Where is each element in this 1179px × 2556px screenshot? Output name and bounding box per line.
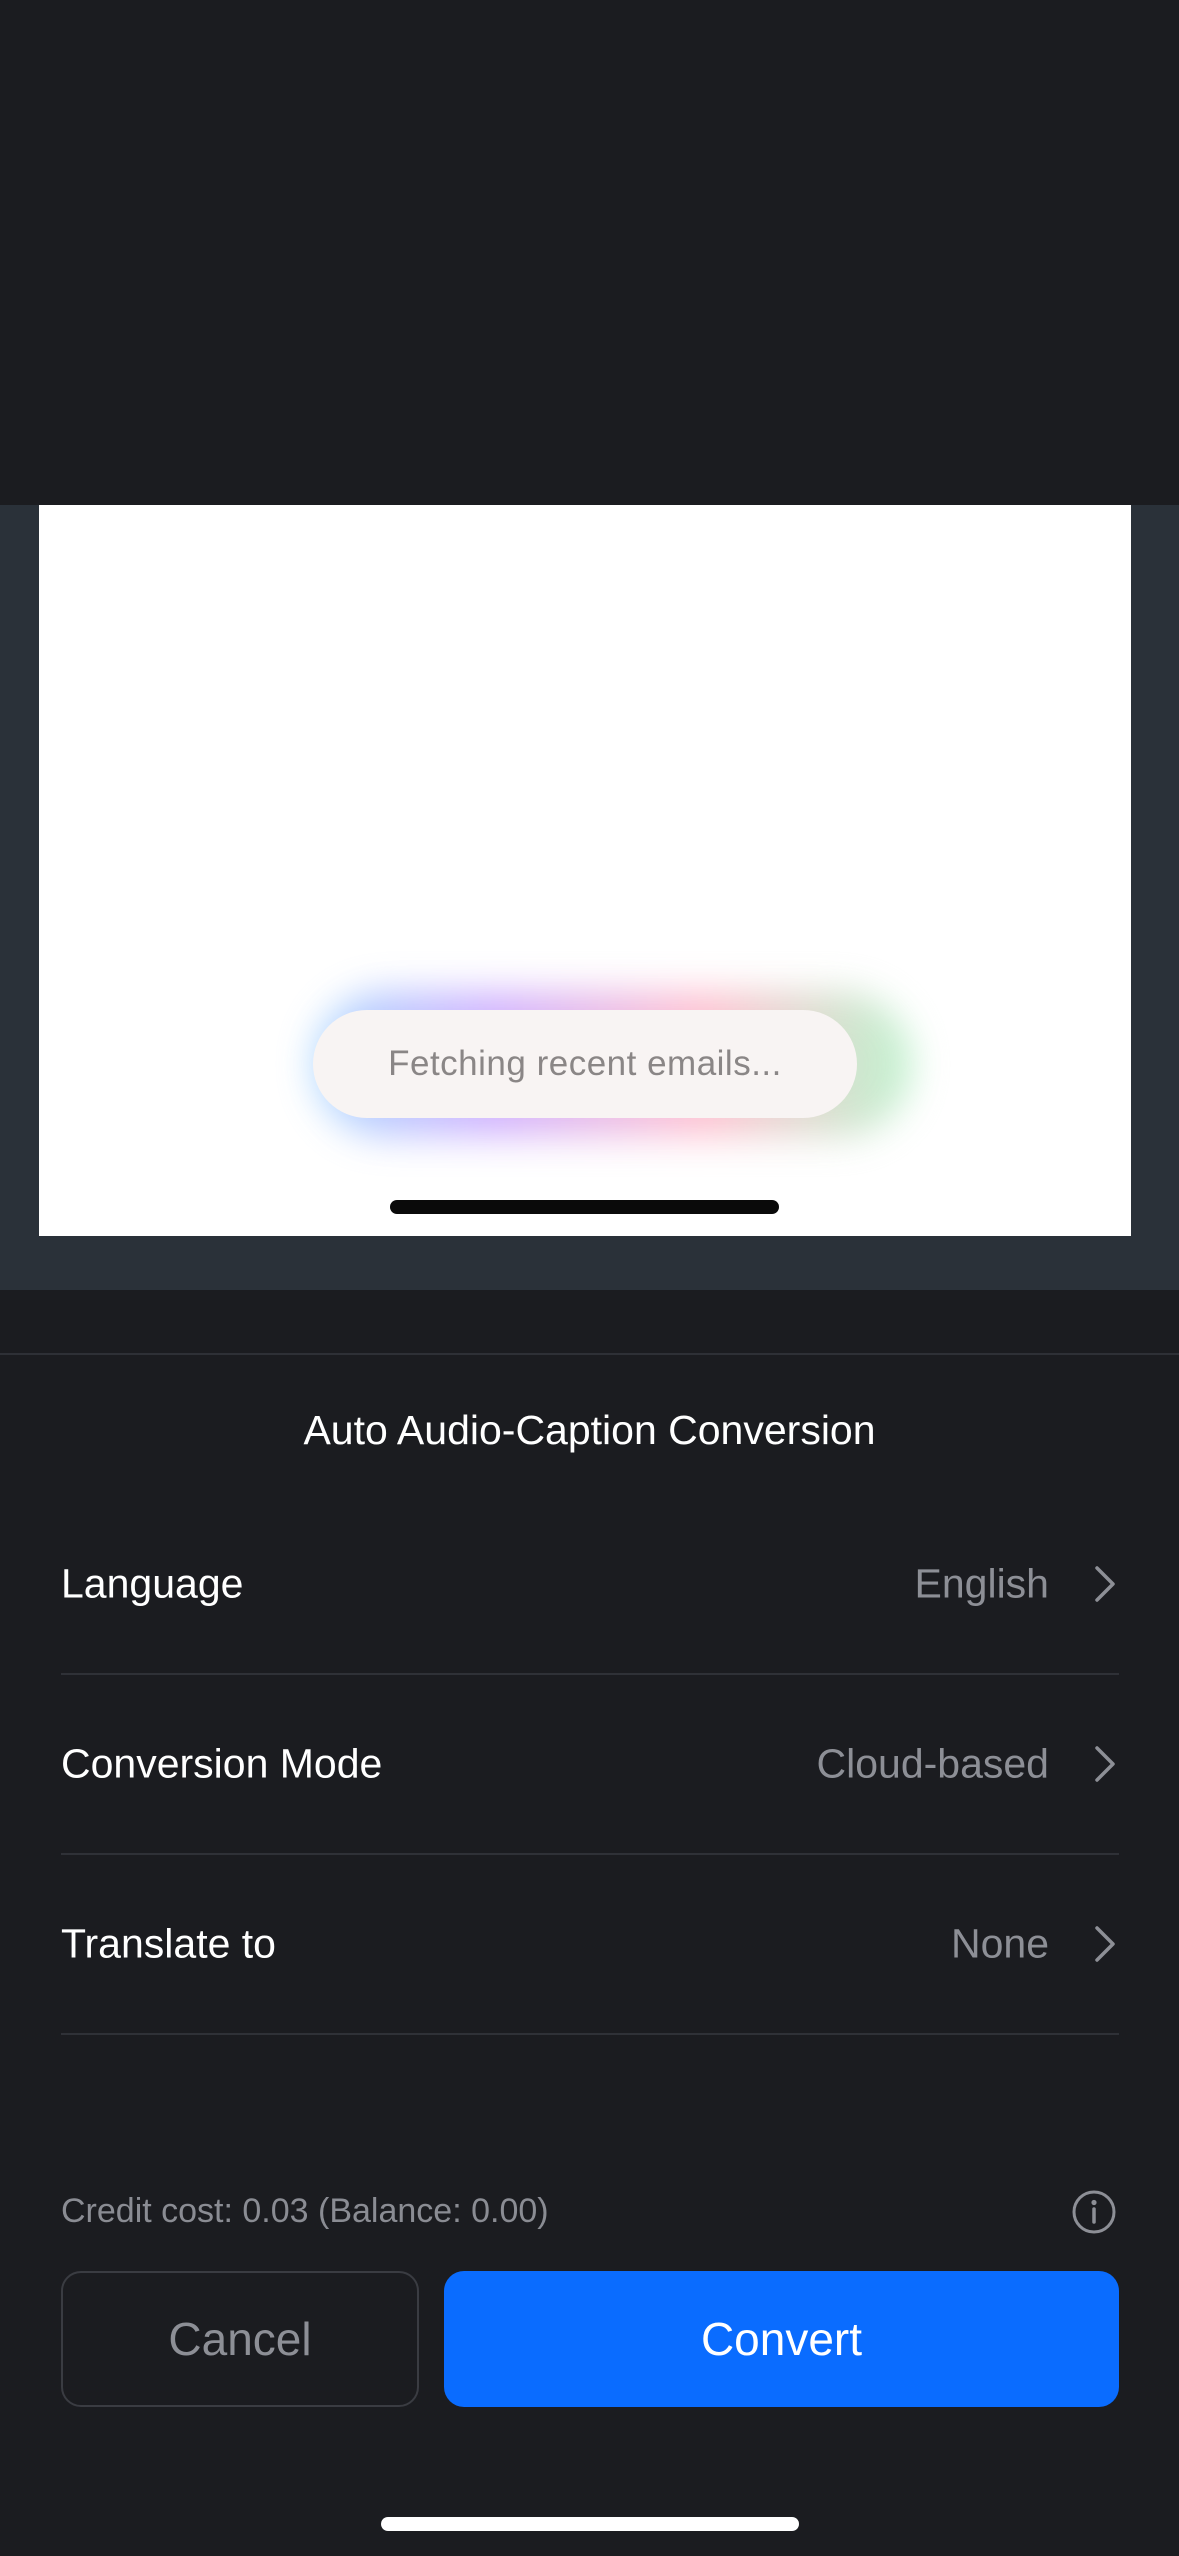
translate-to-value: None xyxy=(950,1920,1049,1967)
convert-button[interactable]: Convert xyxy=(444,2271,1119,2407)
language-value: English xyxy=(914,1560,1049,1607)
conversion-sheet: Auto Audio-Caption Conversion Language E… xyxy=(0,1353,1179,2556)
chevron-right-icon xyxy=(1095,1746,1115,1782)
info-icon[interactable] xyxy=(1071,2189,1117,2235)
chevron-right-icon xyxy=(1095,1926,1115,1962)
credit-cost-text: Credit cost: 0.03 (Balance: 0.00) xyxy=(61,2192,549,2230)
conversion-mode-label: Conversion Mode xyxy=(61,1740,383,1787)
translate-to-label: Translate to xyxy=(61,1920,276,1967)
language-row[interactable]: Language English xyxy=(61,1495,1119,1675)
conversion-mode-row[interactable]: Conversion Mode Cloud-based xyxy=(61,1675,1119,1855)
translate-to-row[interactable]: Translate to None xyxy=(61,1855,1119,2035)
top-empty-area xyxy=(0,0,1179,505)
language-label: Language xyxy=(61,1560,244,1607)
conversion-mode-value: Cloud-based xyxy=(816,1740,1050,1787)
preview-home-indicator xyxy=(390,1200,779,1214)
cancel-button[interactable]: Cancel xyxy=(61,2271,419,2407)
home-indicator[interactable] xyxy=(381,2517,799,2531)
chevron-right-icon xyxy=(1095,1566,1115,1602)
video-preview-frame: Fetching recent emails... xyxy=(39,505,1131,1236)
status-toast: Fetching recent emails... xyxy=(313,1010,857,1118)
sheet-title: Auto Audio-Caption Conversion xyxy=(303,1407,876,1453)
